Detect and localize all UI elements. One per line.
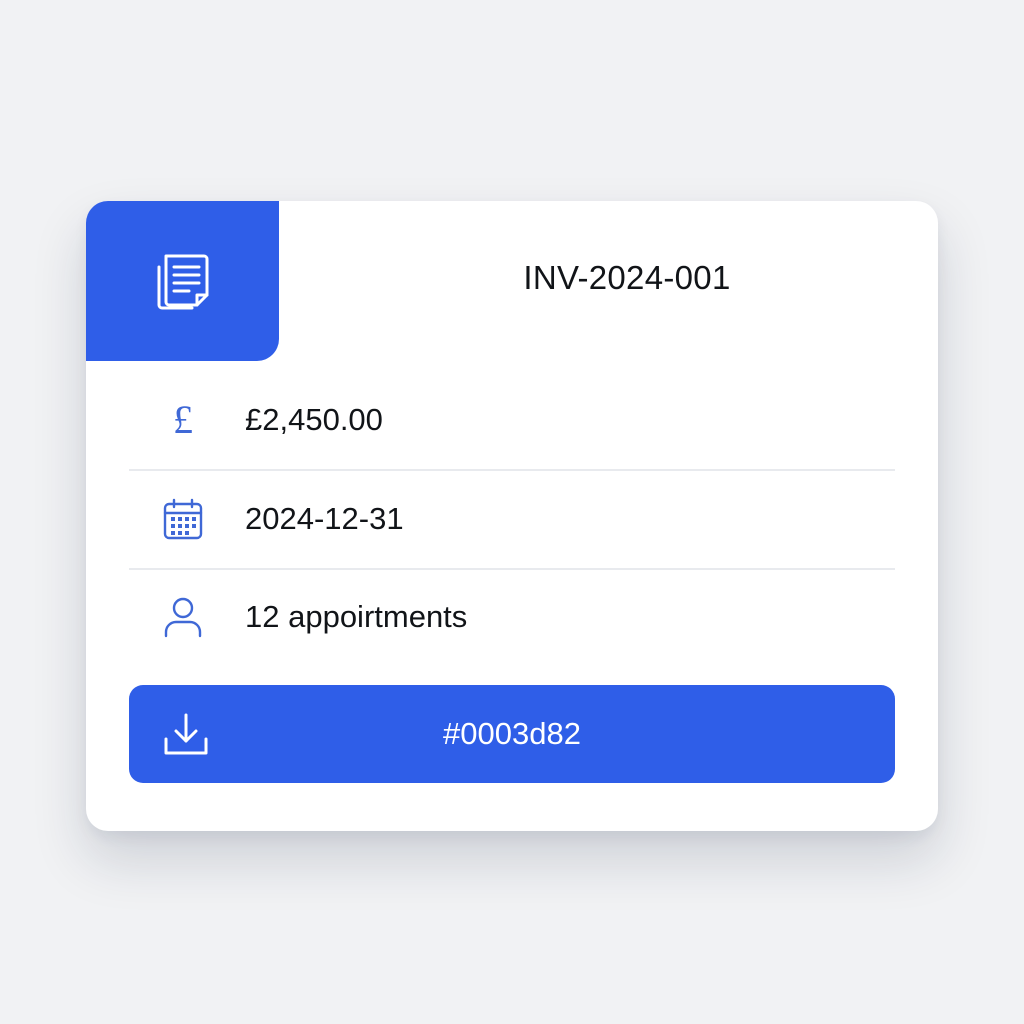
detail-row-date: 2024-12-31 (129, 470, 895, 570)
calendar-icon (163, 498, 203, 540)
amount-value: £2,450.00 (245, 402, 383, 437)
invoice-icon-tile (86, 201, 279, 361)
download-button[interactable]: #0003d82 (129, 685, 895, 783)
due-date-value: 2024-12-31 (245, 501, 404, 536)
document-icon (157, 254, 208, 310)
detail-row-appointments: 12 appoirtments (129, 568, 895, 666)
pound-icon: £ (173, 397, 193, 442)
download-button-label: #0003d82 (443, 716, 581, 751)
detail-row-amount: £ £2,450.00 (129, 371, 895, 471)
appointments-value: 12 appoirtments (245, 599, 468, 634)
user-icon (163, 597, 203, 638)
invoice-number: INV-2024-001 (523, 259, 731, 296)
invoice-card: INV-2024-001 £ £2,450.00 2024-12-31 12 a… (86, 201, 938, 831)
